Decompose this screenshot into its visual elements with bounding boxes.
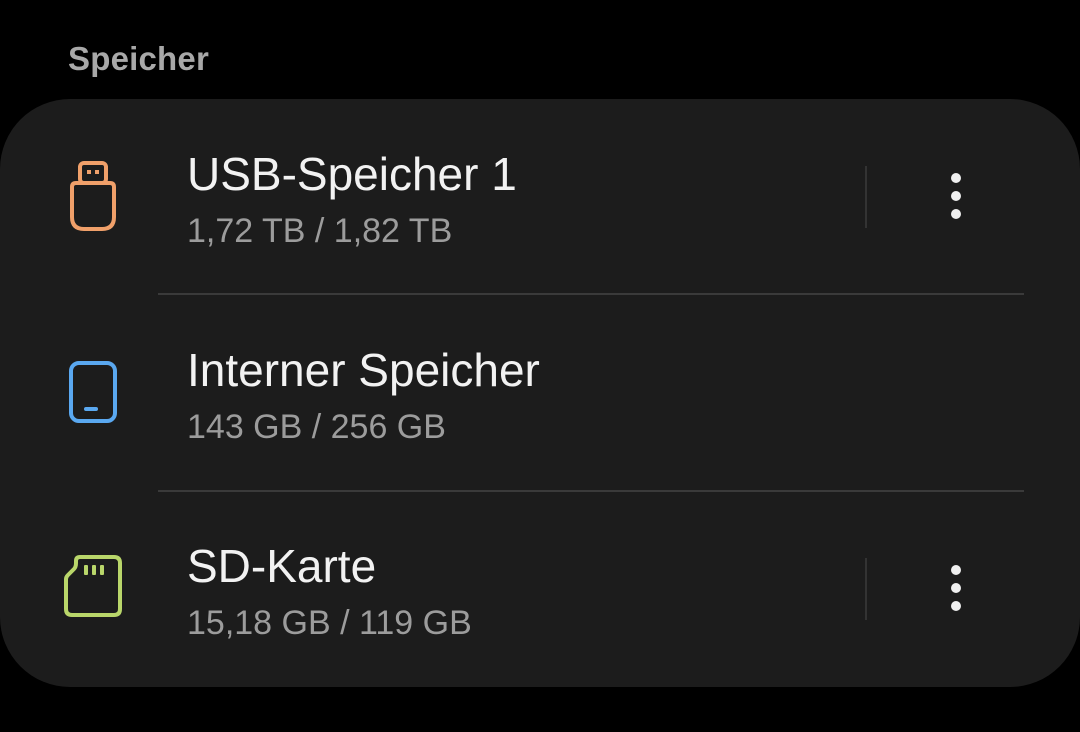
storage-item-sd-card[interactable]: SD-Karte 15,18 GB / 119 GB [0,491,1080,687]
more-options-button[interactable] [926,559,986,619]
storage-item-usage: 15,18 GB / 119 GB [187,604,472,642]
usb-drive-icon [70,161,116,231]
storage-item-usage: 143 GB / 256 GB [187,408,446,446]
storage-item-title: Interner Speicher [187,344,540,396]
storage-card: USB-Speicher 1 1,72 TB / 1,82 TB Interne… [0,99,1080,687]
phone-icon [69,361,117,423]
more-vert-icon [951,173,961,183]
storage-item-title: SD-Karte [187,540,377,592]
storage-item-internal[interactable]: Interner Speicher 143 GB / 256 GB [0,295,1080,491]
more-vert-icon [951,565,961,575]
sd-card-icon [64,555,122,617]
vertical-divider [865,558,867,620]
more-options-button[interactable] [926,167,986,227]
storage-item-title: USB-Speicher 1 [187,148,517,200]
storage-item-usage: 1,72 TB / 1,82 TB [187,212,453,250]
section-header-storage: Speicher [68,40,209,77]
vertical-divider [865,166,867,228]
storage-item-usb[interactable]: USB-Speicher 1 1,72 TB / 1,82 TB [0,99,1080,295]
